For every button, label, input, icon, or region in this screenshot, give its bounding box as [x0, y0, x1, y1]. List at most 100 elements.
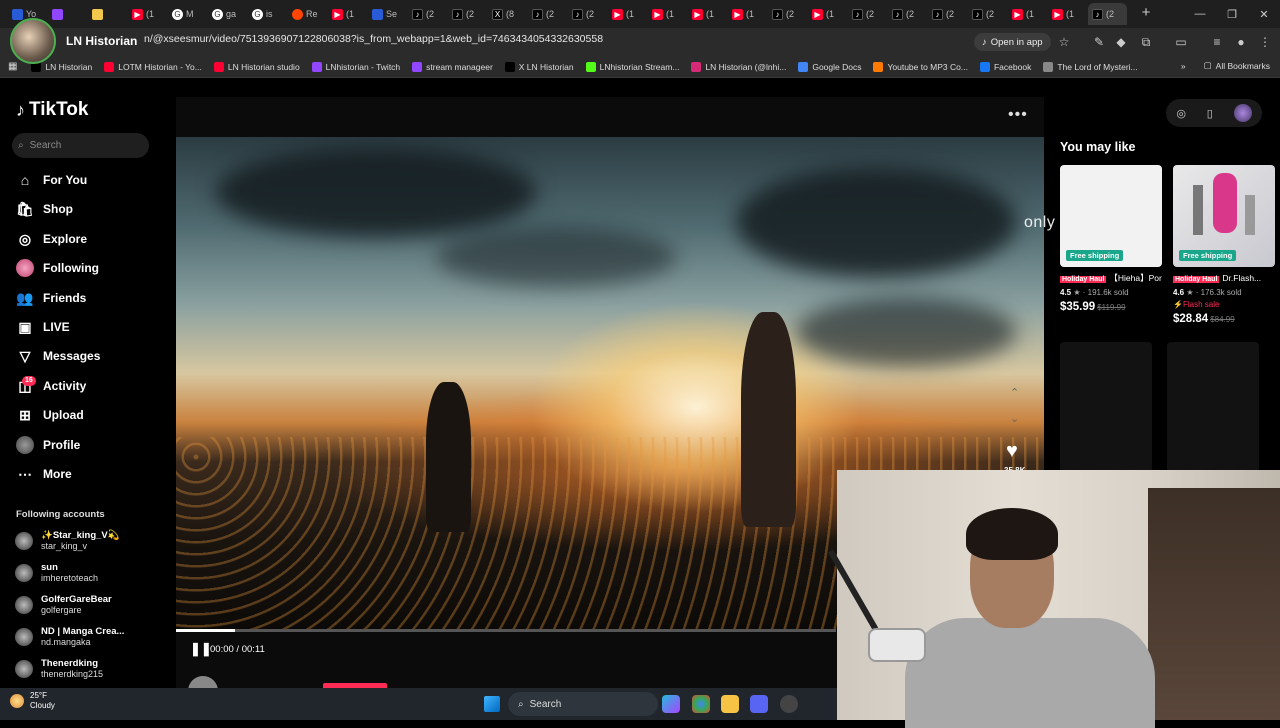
browser-tab[interactable]: ▶ (1	[728, 3, 767, 25]
twitch-favicon	[412, 61, 423, 72]
profile-icon[interactable]: ●	[1232, 33, 1250, 51]
bookmark-item[interactable]: Youtube to MP3 Co...	[873, 61, 968, 72]
browser-tab[interactable]: ♪ (2	[1088, 3, 1127, 25]
nav-messages[interactable]: ▽ Messages	[16, 345, 101, 367]
more-options-icon[interactable]: •••	[1008, 106, 1028, 124]
browser-tab[interactable]: ♪ (2	[768, 3, 807, 25]
x-favicon	[504, 61, 515, 72]
new-tab-button[interactable]: +	[1137, 4, 1155, 22]
url-text[interactable]: n/@xseesmur/video/7513936907122806038?is…	[144, 33, 603, 45]
activity-badge: 16	[22, 376, 36, 386]
avatar[interactable]	[1233, 104, 1252, 122]
browser-profile[interactable]: LN Historian	[10, 18, 142, 64]
search-input[interactable]: ⌕ Search	[12, 133, 149, 158]
chevron-right-icon: »	[1180, 60, 1186, 71]
compass-icon[interactable]: ◎	[1176, 107, 1186, 120]
browser-tab[interactable]: Gga	[208, 3, 247, 25]
media-icon[interactable]: ≡	[1208, 33, 1226, 51]
discord-icon[interactable]	[750, 695, 768, 713]
weather-widget[interactable]: 25°F Cloudy	[10, 691, 55, 711]
chevron-down-icon[interactable]: ⌄	[1010, 412, 1019, 425]
nav-for-you[interactable]: ⌂ For You	[16, 169, 87, 191]
like-heart-icon[interactable]: ♥	[1006, 440, 1018, 463]
nav-friends[interactable]: 👥 Friends	[16, 287, 86, 309]
phone-icon[interactable]: ▯	[1207, 107, 1213, 120]
extension-icon[interactable]: ◆	[1112, 33, 1130, 51]
browser-tab[interactable]: ▶ (1	[608, 3, 647, 25]
account-item[interactable]: Thenerdking thenerdking215	[15, 658, 103, 680]
account-item[interactable]: GolferGareBear golfergare	[15, 594, 112, 616]
browser-tab[interactable]: ▶ (1	[688, 3, 727, 25]
windows-start-icon[interactable]	[484, 696, 500, 712]
nav-live[interactable]: ▣ LIVE	[16, 316, 69, 338]
nav-explore[interactable]: ◎ Explore	[16, 228, 87, 250]
bookmark-item[interactable]: LN Historian studio	[213, 61, 300, 72]
browser-tab[interactable]: ▶ (1	[808, 3, 847, 25]
bookmark-item[interactable]: LN Historian (@lnhi...	[691, 61, 786, 72]
app-icon[interactable]	[780, 695, 798, 713]
browser-tab[interactable]: ♪ (2	[448, 3, 487, 25]
browser-tab[interactable]: ♪ (2	[848, 3, 887, 25]
youtube-favicon: ▶	[1052, 8, 1063, 20]
account-item[interactable]: sun imheretoteach	[15, 562, 98, 584]
bookmark-item[interactable]: The Lord of Mysteri...	[1043, 61, 1138, 72]
browser-tab[interactable]: Re	[288, 3, 327, 25]
maximize-icon[interactable]: ❐	[1216, 0, 1248, 28]
bookmark-item[interactable]: Facebook	[979, 61, 1031, 72]
search-icon: ⌕	[518, 698, 524, 710]
all-bookmarks[interactable]: » ▢ All Bookmarks	[1181, 60, 1270, 71]
chevron-up-icon[interactable]: ⌃	[1010, 386, 1019, 399]
pen-icon[interactable]: ✎	[1090, 33, 1108, 51]
browser-tab[interactable]: ▶ (1	[1008, 3, 1047, 25]
browser-tab[interactable]: ♪ (2	[528, 3, 567, 25]
copilot-icon[interactable]	[662, 695, 680, 713]
tiktok-logo[interactable]: ♪ TikTok	[16, 99, 88, 121]
nav-shop[interactable]: 🛍 Shop	[16, 198, 73, 220]
star-icon[interactable]: ☆	[1055, 33, 1073, 51]
browser-tab[interactable]: GM	[168, 3, 207, 25]
kebab-menu-icon[interactable]: ⋮	[1256, 33, 1274, 51]
product-card[interactable]: Free shipping Holiday Haul【Hieha】Portabl…	[1060, 165, 1162, 313]
google-favicon: G	[212, 8, 223, 20]
browser-tab[interactable]: ♪ (2	[928, 3, 967, 25]
bookmark-item[interactable]: X LN Historian	[504, 61, 574, 72]
pause-icon[interactable]: ❚❚	[190, 641, 212, 657]
profile-avatar[interactable]	[10, 18, 56, 64]
minimize-icon[interactable]: —	[1184, 0, 1216, 28]
close-window-icon[interactable]: ✕	[1248, 0, 1280, 28]
bookmark-item[interactable]: Google Docs	[798, 61, 861, 72]
bookmark-item[interactable]: LNhistorian - Twitch	[311, 61, 400, 72]
progress-track[interactable]	[176, 629, 836, 632]
bookmark-item[interactable]: LNhistorian Stream...	[585, 61, 679, 72]
browser-tab[interactable]: ♪ (2	[408, 3, 447, 25]
messages-icon: ▽	[19, 347, 31, 364]
nav-upload[interactable]: ⊞ Upload	[16, 404, 84, 426]
browser-tab[interactable]: ♪ (2	[568, 3, 607, 25]
tiktok-favicon: ♪	[572, 8, 583, 20]
browser-tab[interactable]: Se	[368, 3, 407, 25]
browser-tab[interactable]: ♪ (2	[968, 3, 1007, 25]
tiktok-favicon: ♪	[972, 8, 983, 20]
nav-more[interactable]: ⋯ More	[16, 463, 72, 485]
folder-icon: ▢	[1203, 60, 1212, 70]
account-item[interactable]: ✨Star_king_V💫 star_king_v	[15, 530, 120, 552]
puzzle-icon[interactable]: ⧉	[1137, 33, 1155, 51]
nav-following[interactable]: Following	[16, 257, 99, 279]
open-in-app-button[interactable]: ♪ Open in app	[974, 33, 1051, 51]
taskbar-search[interactable]: ⌕ Search	[508, 692, 658, 716]
browser-tab[interactable]: ▶ (1	[648, 3, 687, 25]
sidepanel-icon[interactable]: ▭	[1172, 33, 1190, 51]
bookmark-item[interactable]: stream manageer	[412, 61, 493, 72]
browser-tab[interactable]: ♪ (2	[888, 3, 927, 25]
product-image: Free shipping	[1173, 165, 1275, 267]
browser-tab[interactable]: ▶ (1	[1048, 3, 1087, 25]
product-card[interactable]: Free shipping Holiday Haul Dr.Flash... 4.…	[1173, 165, 1275, 325]
folder-icon[interactable]	[721, 695, 739, 713]
browser-tab[interactable]: X (8	[488, 3, 527, 25]
browser-tab[interactable]: ▶ (1	[328, 3, 367, 25]
docs-favicon	[798, 61, 809, 72]
account-item[interactable]: ND | Manga Crea... nd.mangaka	[15, 626, 124, 648]
chrome-icon[interactable]	[692, 695, 710, 713]
nav-profile[interactable]: Profile	[16, 434, 80, 456]
browser-tab[interactable]: Gis	[248, 3, 287, 25]
